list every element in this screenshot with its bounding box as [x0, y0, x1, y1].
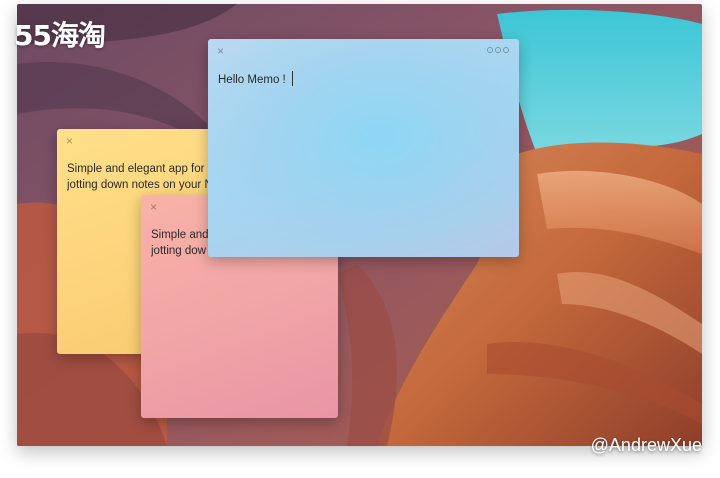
note-text: Hello Memo ! — [218, 74, 286, 86]
note-text-editor[interactable]: Hello Memo ! — [218, 71, 511, 88]
close-icon[interactable]: × — [66, 135, 73, 147]
sticky-note-blue[interactable]: × Hello Memo ! — [208, 39, 519, 257]
close-icon[interactable]: × — [217, 45, 224, 57]
close-icon[interactable]: × — [150, 201, 157, 213]
dot — [487, 47, 493, 53]
dot — [503, 47, 509, 53]
more-dots-icon[interactable] — [487, 47, 509, 53]
text-cursor — [291, 71, 293, 86]
watermark-logo: 55海淘 — [14, 19, 106, 52]
watermark-author: @AndrewXue — [590, 435, 702, 455]
dot — [495, 47, 501, 53]
